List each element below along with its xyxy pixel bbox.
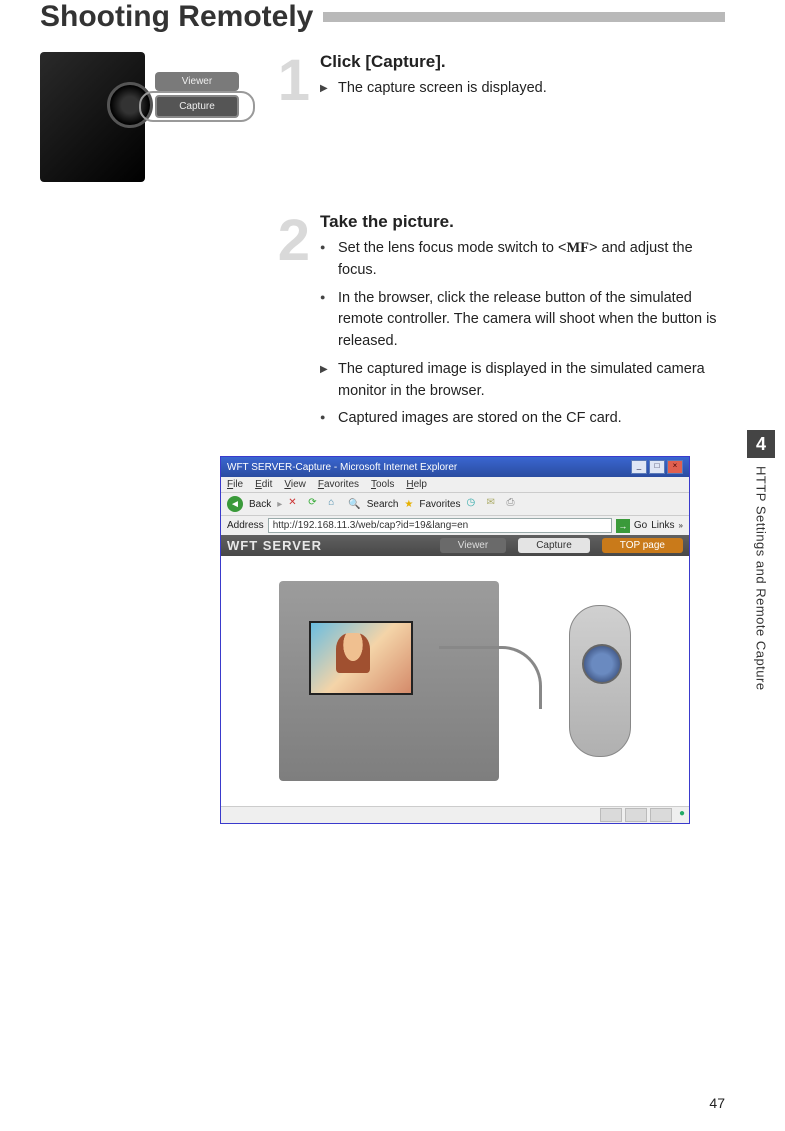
maximize-icon[interactable]: □ xyxy=(649,460,665,474)
capture-tab-thumb: Capture xyxy=(155,95,239,118)
links-chevron-icon[interactable]: » xyxy=(679,521,683,530)
step-2-spacer xyxy=(40,212,260,436)
step-2: 2 Take the picture. Set the lens focus m… xyxy=(40,212,725,436)
browser-screenshot: WFT SERVER-Capture - Microsoft Internet … xyxy=(220,456,690,824)
step-1-item-1: The capture screen is displayed. xyxy=(320,78,725,100)
step-1: Viewer Capture 1 Click [Capture]. The ca… xyxy=(40,52,725,182)
menu-view[interactable]: View xyxy=(284,479,306,490)
chapter-number: 4 xyxy=(747,430,775,458)
search-label[interactable]: Search xyxy=(367,499,399,510)
browser-title-text: WFT SERVER-Capture - Microsoft Internet … xyxy=(227,462,457,473)
status-seg xyxy=(600,808,622,822)
favorites-label[interactable]: Favorites xyxy=(419,499,460,510)
favorites-icon[interactable]: ★ xyxy=(404,499,413,510)
step-1-illustration: Viewer Capture xyxy=(40,52,260,182)
wft-top-page-tab[interactable]: TOP page xyxy=(602,538,683,553)
address-input[interactable]: http://192.168.11.3/web/cap?id=19&lang=e… xyxy=(268,518,612,533)
go-icon[interactable]: → xyxy=(616,519,630,533)
wft-server-label: WFT SERVER xyxy=(227,538,428,553)
viewer-tab-thumb: Viewer xyxy=(155,72,239,91)
browser-toolbar: ◄ Back ▸ ✕ ⟳ ⌂ 🔍 Search ★ Favorites ◷ ✉ … xyxy=(221,492,689,515)
history-icon[interactable]: ◷ xyxy=(467,497,481,511)
back-icon[interactable]: ◄ xyxy=(227,496,243,512)
wft-capture-tab[interactable]: Capture xyxy=(518,538,590,553)
menu-favorites[interactable]: Favorites xyxy=(318,479,359,490)
close-icon[interactable]: × xyxy=(667,460,683,474)
links-label[interactable]: Links xyxy=(651,520,674,531)
step-number-1: 1 xyxy=(260,52,310,182)
status-seg xyxy=(650,808,672,822)
chapter-tab: 4 HTTP Settings and Remote Capture xyxy=(747,430,775,691)
camera-photo xyxy=(40,52,145,182)
browser-menubar: File Edit View Favorites Tools Help xyxy=(221,477,689,492)
step-1-title: Click [Capture]. xyxy=(320,52,725,72)
menu-help[interactable]: Help xyxy=(406,479,427,490)
status-seg xyxy=(625,808,647,822)
simulated-remote-controller xyxy=(569,605,631,757)
menu-tools[interactable]: Tools xyxy=(371,479,394,490)
release-button[interactable] xyxy=(582,644,622,684)
menu-edit[interactable]: Edit xyxy=(255,479,272,490)
back-label[interactable]: Back xyxy=(249,499,271,510)
wft-viewer-tab[interactable]: Viewer xyxy=(440,538,506,553)
forward-icon[interactable]: ▸ xyxy=(277,499,282,510)
stop-icon[interactable]: ✕ xyxy=(288,497,302,511)
step-2-item-1: Set the lens focus mode switch to <MF> a… xyxy=(320,238,725,282)
address-label: Address xyxy=(227,520,264,531)
page-number: 47 xyxy=(709,1095,725,1111)
captured-image-preview xyxy=(309,621,413,695)
page-heading: Shooting Remotely xyxy=(40,0,323,34)
go-label[interactable]: Go xyxy=(634,520,647,531)
print-icon[interactable]: ⎙ xyxy=(507,497,521,511)
heading-rule xyxy=(323,12,725,22)
minimize-icon[interactable]: _ xyxy=(631,460,647,474)
browser-addressbar: Address http://192.168.11.3/web/cap?id=1… xyxy=(221,515,689,535)
browser-titlebar: WFT SERVER-Capture - Microsoft Internet … xyxy=(221,457,689,477)
wft-header: WFT SERVER Viewer Capture TOP page xyxy=(221,535,689,556)
viewer-capture-callout: Viewer Capture xyxy=(155,72,239,118)
menu-file[interactable]: File xyxy=(227,479,243,490)
step-2-item-2: In the browser, click the release button… xyxy=(320,288,725,353)
browser-statusbar: ● xyxy=(221,806,689,823)
capture-canvas xyxy=(221,556,689,806)
home-icon[interactable]: ⌂ xyxy=(328,497,342,511)
heading-row: Shooting Remotely xyxy=(40,0,725,34)
search-icon[interactable]: 🔍 xyxy=(348,499,360,510)
step-number-2: 2 xyxy=(260,212,310,436)
step-2-title: Take the picture. xyxy=(320,212,725,232)
cable-graphic xyxy=(439,646,542,709)
mail-icon[interactable]: ✉ xyxy=(487,497,501,511)
chapter-title: HTTP Settings and Remote Capture xyxy=(754,466,769,691)
portrait-subject xyxy=(336,633,370,673)
mf-symbol: MF xyxy=(567,240,590,256)
step-2-item-3: The captured image is displayed in the s… xyxy=(320,359,725,403)
step-2-item-4: Captured images are stored on the CF car… xyxy=(320,408,725,430)
internet-zone-icon: ● xyxy=(679,808,685,822)
refresh-icon[interactable]: ⟳ xyxy=(308,497,322,511)
